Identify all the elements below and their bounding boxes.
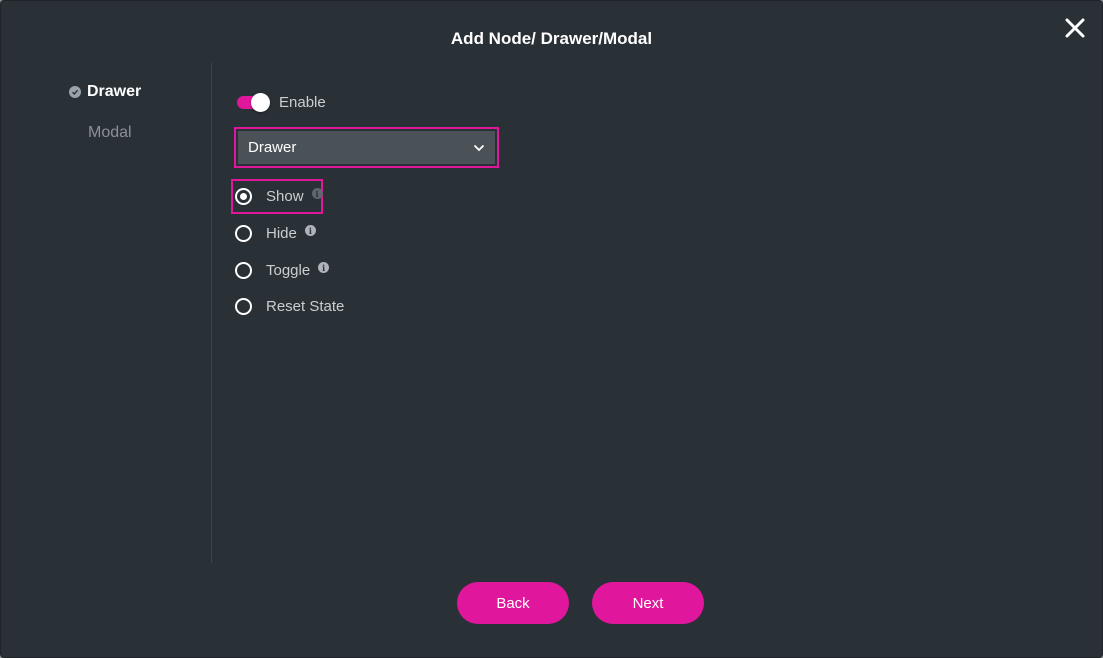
radio-show[interactable]: Show i xyxy=(235,188,323,205)
steps-panel: Drawer Modal xyxy=(1,63,212,563)
info-icon[interactable]: i xyxy=(318,262,330,273)
step-drawer[interactable]: Drawer xyxy=(69,83,141,101)
step-label-drawer: Drawer xyxy=(87,83,142,100)
toggle-knob xyxy=(251,93,270,112)
close-button[interactable] xyxy=(1062,15,1088,41)
radio-label-show: Show xyxy=(266,188,304,205)
back-button[interactable]: Back xyxy=(457,582,569,624)
type-select[interactable]: Drawer xyxy=(238,131,495,164)
radio-label-hide: Hide xyxy=(266,225,297,242)
radio-label-reset-state: Reset State xyxy=(266,298,345,315)
type-select-value: Drawer xyxy=(248,139,297,156)
step-modal[interactable]: Modal xyxy=(88,124,132,142)
enable-toggle[interactable] xyxy=(237,93,270,112)
radio-hide[interactable]: Hide i xyxy=(235,225,316,242)
radio-toggle[interactable]: Toggle i xyxy=(235,262,330,279)
check-circle-icon xyxy=(69,86,81,98)
next-button[interactable]: Next xyxy=(592,582,704,624)
radio-button[interactable] xyxy=(235,298,252,315)
radio-button[interactable] xyxy=(235,262,252,279)
radio-reset-state[interactable]: Reset State xyxy=(235,298,344,315)
info-icon[interactable]: i xyxy=(304,225,316,236)
enable-row: Enable xyxy=(237,93,326,112)
chevron-down-icon xyxy=(473,144,485,151)
radio-button[interactable] xyxy=(235,225,252,242)
close-icon xyxy=(1065,18,1085,38)
add-node-dialog: Add Node/ Drawer/Modal Drawer Modal Enab… xyxy=(0,0,1103,658)
enable-label: Enable xyxy=(279,93,326,111)
radio-button[interactable] xyxy=(235,188,252,205)
dialog-title: Add Node/ Drawer/Modal xyxy=(450,29,653,48)
info-icon[interactable]: i xyxy=(311,188,323,199)
radio-label-toggle: Toggle xyxy=(266,262,311,279)
type-select-highlight: Drawer xyxy=(234,127,499,168)
